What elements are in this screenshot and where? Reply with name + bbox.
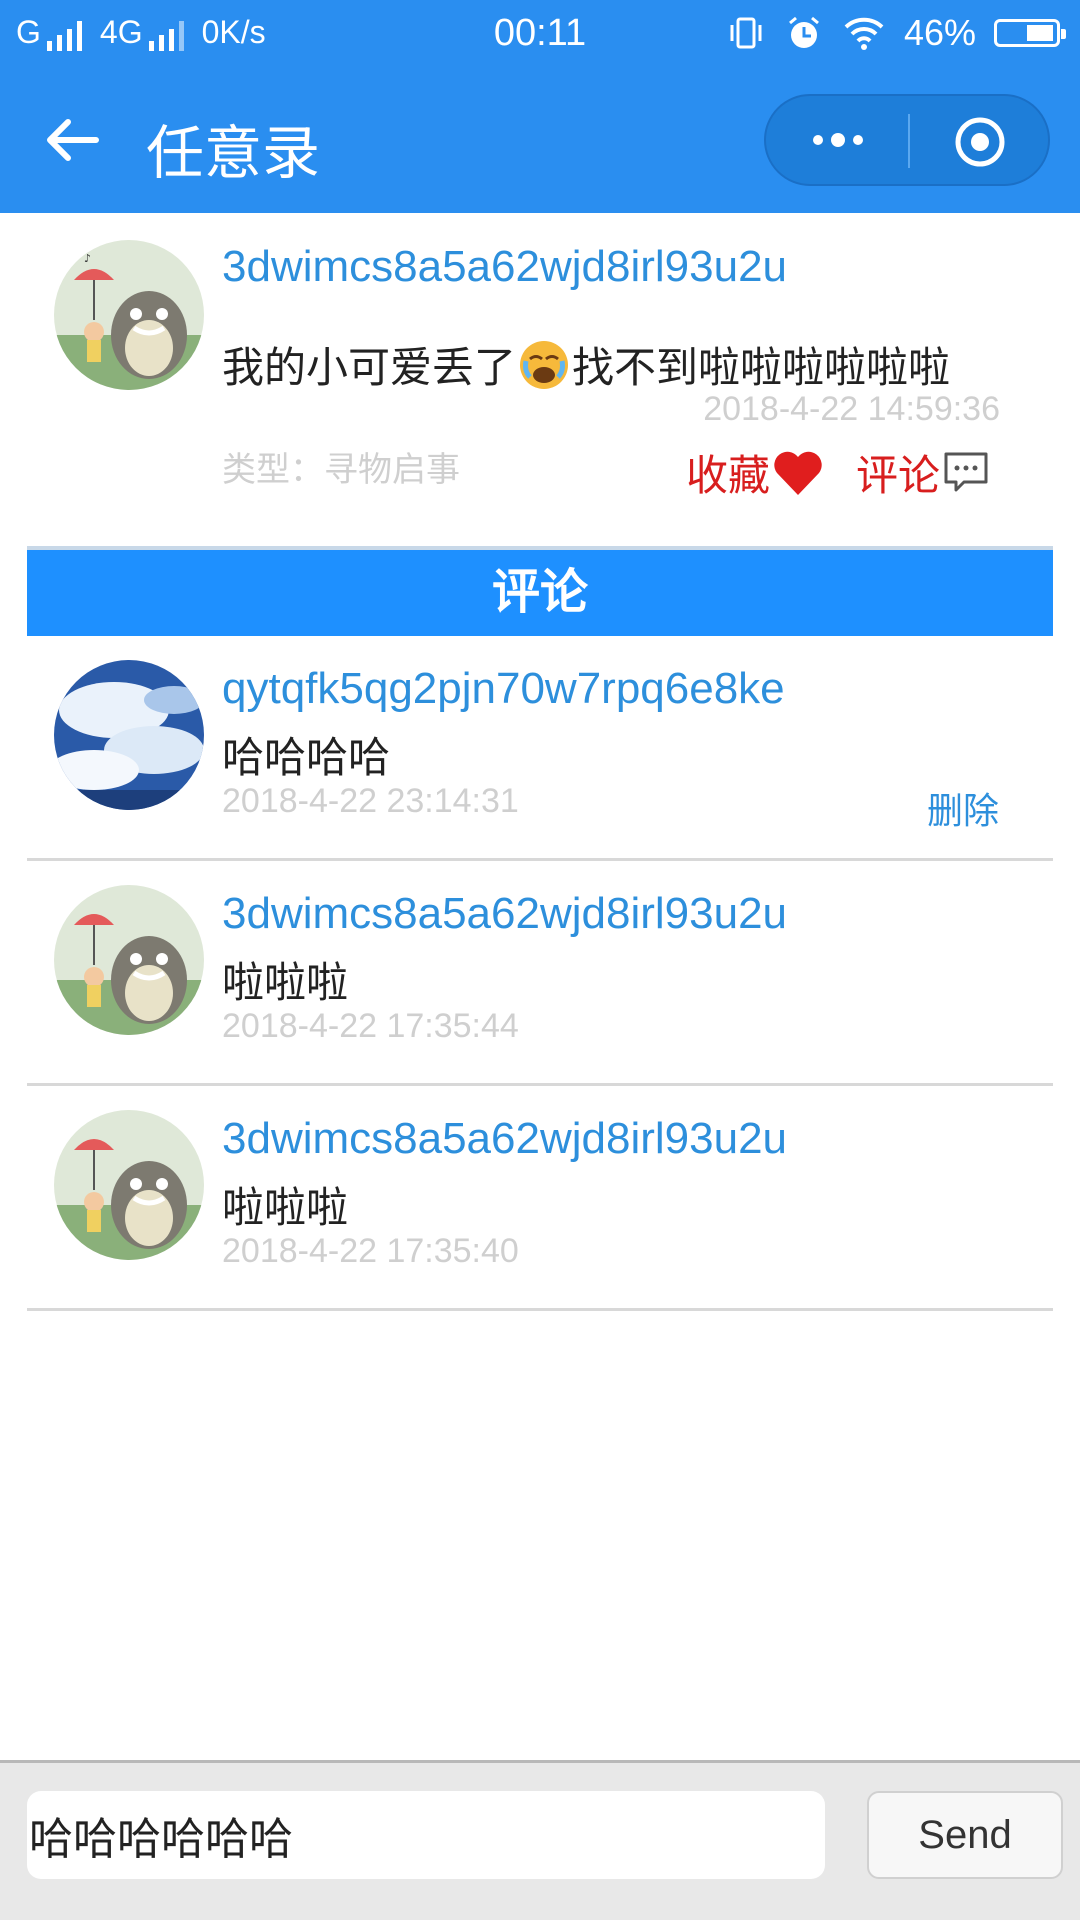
comment-text: 啦啦啦 [222,958,349,1007]
comment-input[interactable] [27,1791,825,1879]
status-bar: G 4G 0K/s 00:11 46% [0,0,1080,70]
close-target-icon[interactable] [954,116,1006,168]
chat-bubble-icon [944,452,988,491]
favorite-button[interactable]: 收藏 [686,442,824,503]
page-title: 任意录 [146,119,321,187]
comment-timestamp: 2018-4-22 17:35:40 [222,1232,519,1270]
comment-row: qytqfk5qg2pjn70w7rpq6e8ke 哈哈哈哈 2018-4-22… [27,636,1053,861]
vibrate-icon [730,17,762,49]
comment-text: 啦啦啦 [222,1183,349,1232]
comment-row: 3dwimcs8a5a62wjd8irl93u2u 啦啦啦 2018-4-22 … [27,1086,1053,1311]
commenter-name[interactable]: qytqfk5qg2pjn70w7rpq6e8ke [222,664,785,714]
battery-icon [994,19,1066,47]
alarm-icon [788,16,819,48]
post-author-avatar[interactable]: ♪ [54,240,204,390]
post-content: 我的小可爱丢了 找不到啦啦啦啦啦啦 [222,334,950,395]
commenter-name[interactable]: 3dwimcs8a5a62wjd8irl93u2u [222,1114,787,1164]
capsule-divider [908,114,910,168]
post-author-name[interactable]: 3dwimcs8a5a62wjd8irl93u2u [222,242,787,292]
battery-label: 46% [903,12,976,53]
comment-timestamp: 2018-4-22 17:35:44 [222,1007,519,1045]
comments-section-header: 评论 [27,546,1053,636]
send-button[interactable]: Send [867,1791,1063,1879]
crying-emoji-icon [520,340,569,389]
comment-row: 3dwimcs8a5a62wjd8irl93u2u 啦啦啦 2018-4-22 … [27,861,1053,1086]
post-content-text-1: 我的小可爱丢了 [222,343,517,392]
comment-button[interactable]: 评论 [856,442,990,503]
comment-label: 评论 [856,451,941,500]
status-icons: 46% [726,12,1066,54]
post-content-text-2: 找不到啦啦啦啦啦啦 [572,343,951,392]
favorite-label: 收藏 [686,451,771,500]
commenter-avatar[interactable] [54,885,204,1035]
comment-composer: Send [0,1760,1080,1920]
heart-icon [774,451,822,495]
commenter-avatar[interactable] [54,1110,204,1260]
nav-bar: 任意录 [0,70,1080,213]
post-type: 类型：寻物启事 [222,450,460,490]
svg-text:♪: ♪ [84,252,91,265]
delete-comment-button[interactable]: 删除 [927,782,999,834]
back-arrow-icon[interactable] [42,110,102,170]
post-timestamp: 2018-4-22 14:59:36 [703,390,1000,428]
commenter-name[interactable]: 3dwimcs8a5a62wjd8irl93u2u [222,889,787,939]
wifi-icon [844,17,884,50]
commenter-avatar[interactable] [54,660,204,810]
more-menu-icon[interactable] [804,116,872,164]
mini-program-capsule [764,94,1050,186]
comment-text: 哈哈哈哈 [222,733,391,782]
comment-timestamp: 2018-4-22 23:14:31 [222,782,519,820]
